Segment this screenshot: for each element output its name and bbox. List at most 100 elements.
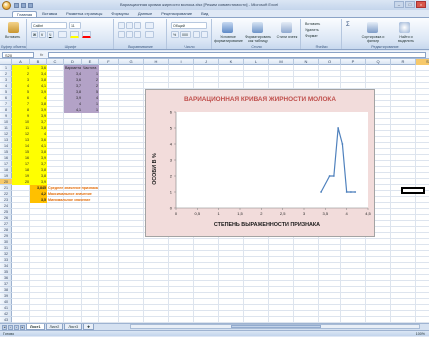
fx-icon[interactable]: fx [40,52,43,57]
column-header[interactable]: I [169,59,194,65]
table-cell[interactable]: 1 [82,107,99,113]
save-icon[interactable] [14,2,19,8]
find-select-label: Найти и выделить [397,35,415,43]
grid-line [12,316,429,317]
align-left-button[interactable] [118,31,125,38]
format-table-icon[interactable] [252,22,263,33]
column-header[interactable]: P [341,59,366,65]
x-tick-label: 1,5 [237,211,243,216]
undo-icon[interactable] [21,2,26,8]
alignment-group-label: Выравнивание [128,45,153,49]
fill-color-button[interactable] [70,31,79,38]
sort-filter-icon[interactable] [367,22,378,33]
column-header[interactable]: R [391,59,416,65]
chart[interactable]: 0 1 2 3 4 5 6 0 0,5 1 1,5 2 2,5 3 3,5 4 4,5 ВАРИАЦИОННАЯ… [145,89,375,237]
number-group: Общий % 000 Число [168,19,212,49]
borders-button[interactable] [58,31,67,38]
data-point [328,175,331,177]
scroll-thumb[interactable] [231,325,321,328]
cell-styles-label: Стили ячеек [276,35,298,39]
paste-icon[interactable] [8,22,19,33]
align-top-button[interactable] [118,22,125,29]
horizontal-scrollbar[interactable] [130,324,420,329]
conditional-format-icon[interactable] [222,22,233,33]
formula-input[interactable] [48,52,426,58]
font-color-button[interactable] [82,31,91,38]
redo-icon[interactable] [28,2,33,8]
next-sheet-button[interactable]: › [14,324,19,330]
font-name-select[interactable]: Calibri [31,22,67,29]
minimize-button[interactable]: – [394,1,404,8]
name-box[interactable]: S20 [2,52,34,58]
italic-button[interactable]: К [39,31,46,38]
status-ready: Готово [3,332,15,336]
y-tick-label: 4 [170,142,173,147]
selected-cell[interactable] [401,187,425,194]
number-group-label: Число [184,45,195,49]
zoom-level[interactable]: 100% [416,331,425,337]
format-cells-button[interactable]: Формат [305,34,318,38]
last-sheet-button[interactable]: ▸ [20,324,25,330]
column-header[interactable]: Q [366,59,391,65]
cell-styles-icon[interactable] [281,22,292,33]
font-group-label: Шрифт [64,45,77,49]
align-bottom-button[interactable] [134,22,141,29]
bold-button[interactable]: Ж [31,31,38,38]
column-header[interactable]: F [99,59,119,65]
office-button[interactable] [2,0,11,10]
table-cell[interactable]: 3,5 [30,197,47,203]
data-point [341,143,344,145]
font-group: Calibri 11 Ж К Ч Шрифт [28,19,114,49]
align-middle-button[interactable] [126,22,133,29]
prev-sheet-button[interactable]: ‹ [8,324,13,330]
column-header[interactable]: L [244,59,269,65]
delete-cells-button[interactable]: Удалить [305,28,319,32]
grid-line [143,65,144,323]
decrease-decimal-button[interactable] [201,31,208,38]
y-tick-label: 2 [170,174,173,179]
grid-line [12,292,429,293]
font-size-select[interactable]: 11 [69,22,81,29]
column-header[interactable]: N [294,59,319,65]
cells-group: Вставить Удалить Формат Ячейки [302,19,342,49]
grid-line [12,310,429,311]
column-header[interactable]: K [219,59,244,65]
align-center-button[interactable] [126,31,133,38]
thousands-button[interactable]: 000 [180,31,191,38]
clipboard-group-label: Буфер обмена [1,45,26,49]
table-cell[interactable]: 4,1 [64,107,82,113]
table-cell[interactable]: Минимальное значение [47,197,127,203]
grid-line [12,238,429,239]
column-header[interactable]: J [194,59,219,65]
window-controls: – □ × [394,1,426,8]
column-header[interactable]: G [119,59,144,65]
data-point [337,127,340,129]
x-tick-label: 1 [218,211,221,216]
autosum-icon[interactable]: Σ [346,22,350,28]
maximize-button[interactable]: □ [405,1,415,8]
column-header[interactable]: C [47,59,64,65]
percent-button[interactable]: % [171,31,179,38]
align-right-button[interactable] [134,31,141,38]
y-tick-label: 1 [170,190,173,195]
table-cell[interactable]: 20 [12,179,30,185]
row-headers: 1 2 3 4 5 6 7 8 9 10 11 12 13 14 15 16 17 18 19 20 21 22 23 24 2… [0,65,12,323]
chart-plot: 0 1 2 3 4 5 6 0 0,5 1 1,5 2 2,5 3 3,5 4 4,5 [170,110,372,217]
insert-cells-button[interactable]: Вставить [305,22,320,26]
worksheet[interactable]: ABCDEFGHIJKLMNOPQRS 1 2 3 4 5 6 7 8 9 10 11 12 13 14 1… [0,59,429,323]
close-button[interactable]: × [416,1,426,8]
wrap-text-button[interactable] [145,22,154,29]
increase-decimal-button[interactable] [193,31,200,38]
column-header[interactable]: S [416,59,429,65]
number-format-select[interactable]: Общий [171,22,207,29]
merge-center-button[interactable] [145,31,154,38]
underline-button[interactable]: Ч [47,31,54,38]
column-header[interactable]: H [144,59,169,65]
first-sheet-button[interactable]: ◂ [2,324,7,330]
column-header[interactable]: O [319,59,341,65]
alignment-group: Выравнивание [115,19,167,49]
data-point [354,191,357,193]
column-header[interactable]: M [269,59,294,65]
find-select-icon[interactable] [399,22,410,33]
cells-group-label: Ячейки [315,45,328,49]
